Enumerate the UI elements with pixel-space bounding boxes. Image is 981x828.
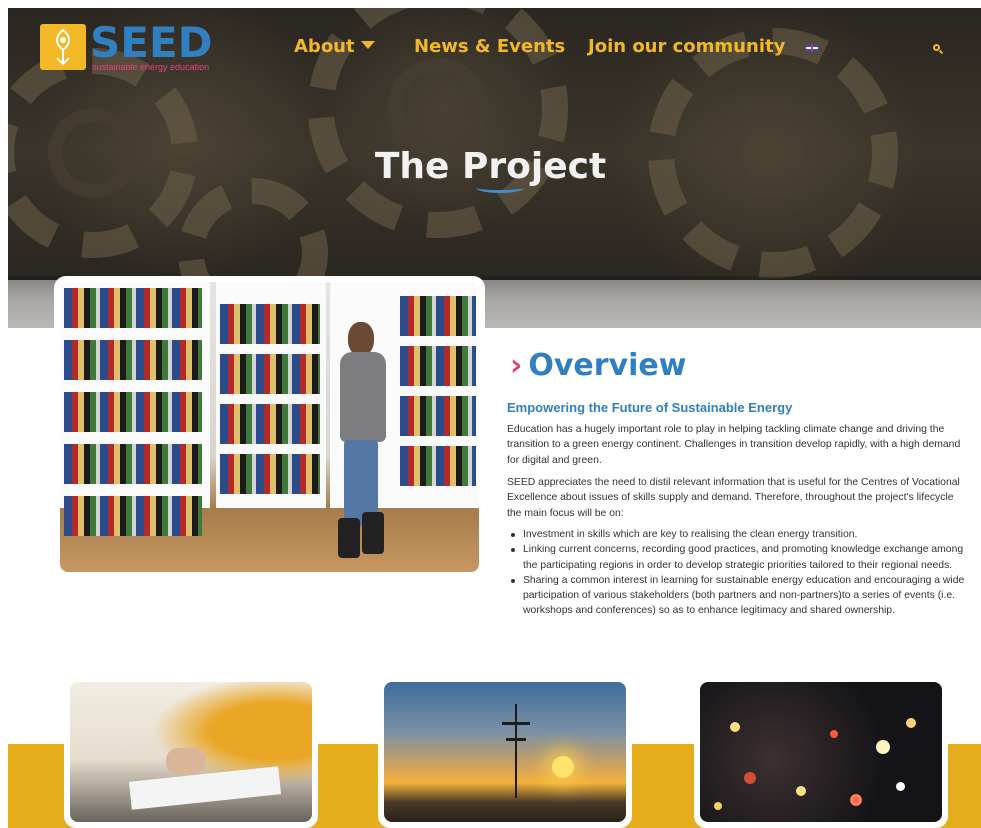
search-icon[interactable] [933,44,940,51]
writing-photo-card[interactable] [64,676,318,828]
nav-item-label: Join our community [588,36,786,57]
list-item: Linking current concerns, recording good… [507,542,969,573]
reading-person [332,322,392,562]
power-line-photo-card[interactable] [378,676,632,828]
book-row [64,288,202,328]
book-row [220,454,320,494]
overview-heading-label: Overview [528,348,687,383]
logo-wordmark: SEED [90,18,213,67]
book-row [220,354,320,394]
book-row [220,404,320,444]
book-row [64,496,202,536]
gear-graphic [388,58,488,158]
overview-paragraph: Education has a hugely important role to… [507,424,961,466]
title-underline-swoosh [476,183,524,193]
city-lights-photo [700,682,942,822]
city-lights-photo-card[interactable] [694,676,948,828]
nav-item-join-community[interactable]: Join our community [588,36,785,57]
power-line-photo [384,682,626,822]
book-row [64,444,202,484]
site-logo[interactable]: SEED sustainable energy education [40,18,213,74]
overview-paragraph: SEED appreciates the need to distil rele… [507,477,960,519]
page-title: The Project [374,146,607,187]
chevron-right-icon: › [510,348,523,383]
overview-subheading: Empowering the Future of Sustainable Ene… [507,400,793,415]
book-row [400,346,476,386]
overview-heading: › Overview [510,348,686,383]
library-image-card [54,276,485,578]
caret-down-icon [360,41,375,49]
overview-focus-list: Investment in skills which are key to re… [507,527,969,619]
book-row [220,304,320,344]
nav-item-about[interactable]: About [294,36,375,57]
nav-item-label: About [294,36,355,57]
book-row [64,392,202,432]
logo-tagline: sustainable energy education [92,62,210,72]
book-row [400,446,476,486]
list-item: Investment in skills which are key to re… [507,527,969,542]
list-item: Sharing a common interest in learning fo… [507,573,969,619]
writing-photo [70,682,312,822]
book-row [400,396,476,436]
library-photo [60,282,479,572]
uk-flag-icon[interactable] [806,44,818,52]
book-row [64,340,202,380]
nav-item-label: News & Events [414,36,566,57]
book-row [400,296,476,336]
logo-emblem-icon [40,24,86,70]
nav-item-news-events[interactable]: News & Events [414,36,565,57]
